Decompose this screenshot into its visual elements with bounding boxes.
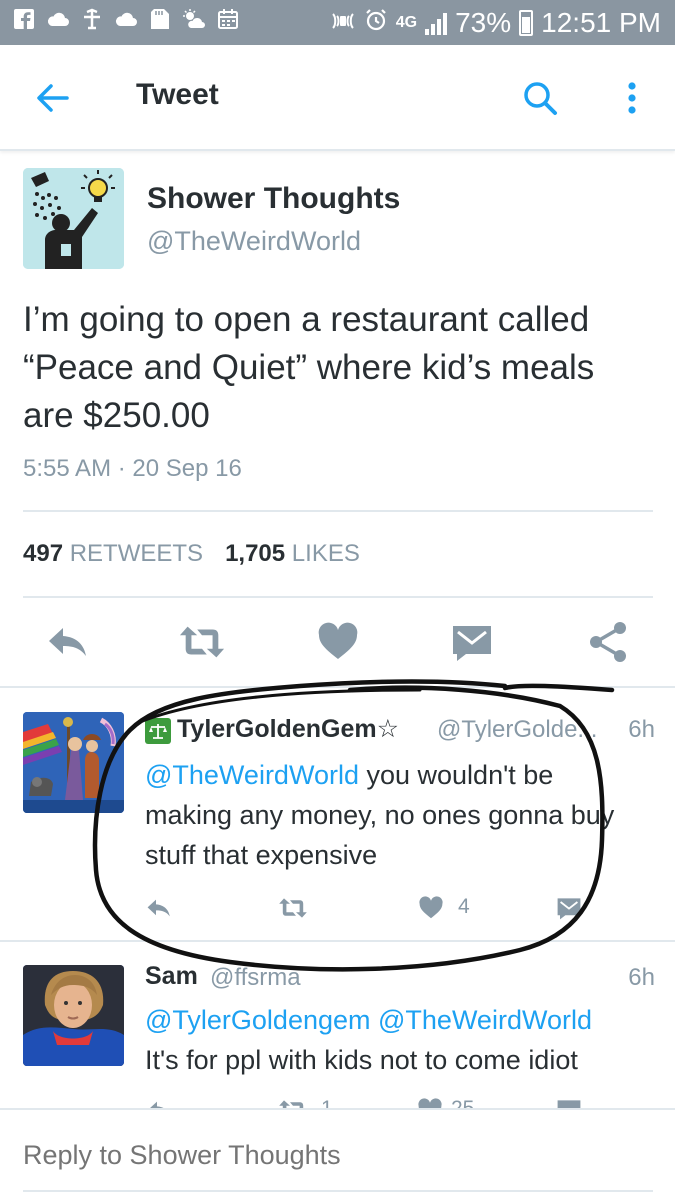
share-icon[interactable] xyxy=(584,618,632,666)
divider xyxy=(23,596,653,598)
reply-time: 6h xyxy=(628,964,655,991)
like-label[interactable]: LIKES xyxy=(292,540,360,567)
reply-body: It's for ppl with kids not to come idiot xyxy=(145,1045,578,1075)
like-count[interactable]: 1,705 xyxy=(225,540,285,567)
retweet-icon[interactable] xyxy=(276,893,310,923)
mention-links[interactable]: @TylerGoldengem @TheWeirdWorld xyxy=(145,1000,655,1040)
alarm-icon xyxy=(364,7,388,39)
scale-icon xyxy=(145,718,171,744)
avatar[interactable] xyxy=(23,168,124,269)
reply-icon[interactable] xyxy=(142,893,176,923)
direct-message-icon[interactable] xyxy=(448,618,496,666)
weather-icon xyxy=(182,8,206,30)
signal-icon xyxy=(425,11,448,35)
battery-icon xyxy=(519,9,534,36)
reply-icon[interactable] xyxy=(44,618,92,666)
more-vertical-icon[interactable] xyxy=(614,75,650,121)
nfc-icon xyxy=(330,7,356,39)
reply-author-handle[interactable]: @TylerGolde... xyxy=(437,716,597,744)
system-status: 4G 73% 12:51 PM xyxy=(330,0,661,45)
retweet-icon[interactable] xyxy=(178,618,226,666)
retweet-count[interactable]: 497 xyxy=(23,540,63,567)
tweet-timestamp: 5:55 AM · 20 Sep 16 xyxy=(23,455,242,482)
facebook-icon xyxy=(12,8,36,30)
sd-card-icon xyxy=(148,8,172,30)
search-icon[interactable] xyxy=(517,75,563,121)
notification-icons xyxy=(12,8,240,30)
calendar-icon xyxy=(216,8,240,30)
tweet-stats: 497 RETWEETS 1,705 LIKES xyxy=(23,540,360,568)
divider xyxy=(0,686,675,688)
reply-composer xyxy=(0,1108,675,1200)
network-type: 4G xyxy=(395,13,418,31)
heart-icon[interactable] xyxy=(414,893,448,923)
app-bar: Tweet xyxy=(0,45,675,151)
divider xyxy=(23,1190,653,1192)
reply-author-name[interactable]: Sam xyxy=(145,962,198,991)
like-count: 4 xyxy=(458,895,470,918)
reply-header: TylerGoldenGem☆ @TylerGolde... 6h xyxy=(145,714,655,750)
network-share-icon xyxy=(80,8,104,30)
clock: 12:51 PM xyxy=(541,6,661,38)
heart-icon[interactable] xyxy=(314,618,362,666)
reply-text: @TylerGoldengem @TheWeirdWorld It's for … xyxy=(145,1000,655,1080)
reply-author-handle[interactable]: @ffsrma xyxy=(210,964,301,992)
status-bar: 4G 73% 12:51 PM xyxy=(0,0,675,45)
direct-message-icon[interactable] xyxy=(552,893,586,923)
retweet-label[interactable]: RETWEETS xyxy=(70,540,203,567)
reply-input[interactable] xyxy=(23,1140,623,1171)
mention-link[interactable]: @TheWeirdWorld xyxy=(145,760,359,790)
reply-text: @TheWeirdWorld you wouldn't be making an… xyxy=(145,755,625,875)
reply-time: 6h xyxy=(628,716,655,743)
avatar[interactable] xyxy=(23,712,124,813)
divider xyxy=(0,940,675,942)
cloud-icon xyxy=(114,8,138,30)
tweet-text: I’m going to open a restaurant called “P… xyxy=(23,300,595,435)
back-arrow-icon[interactable] xyxy=(30,75,76,121)
reply-author-name[interactable]: TylerGoldenGem☆ xyxy=(177,714,399,744)
author-name[interactable]: Shower Thoughts xyxy=(147,182,400,216)
divider xyxy=(23,510,653,512)
cloud-icon xyxy=(46,8,70,30)
author-handle[interactable]: @TheWeirdWorld xyxy=(147,226,361,257)
page-title: Tweet xyxy=(136,78,219,111)
avatar[interactable] xyxy=(23,965,124,1066)
battery-percent: 73% xyxy=(455,6,512,38)
